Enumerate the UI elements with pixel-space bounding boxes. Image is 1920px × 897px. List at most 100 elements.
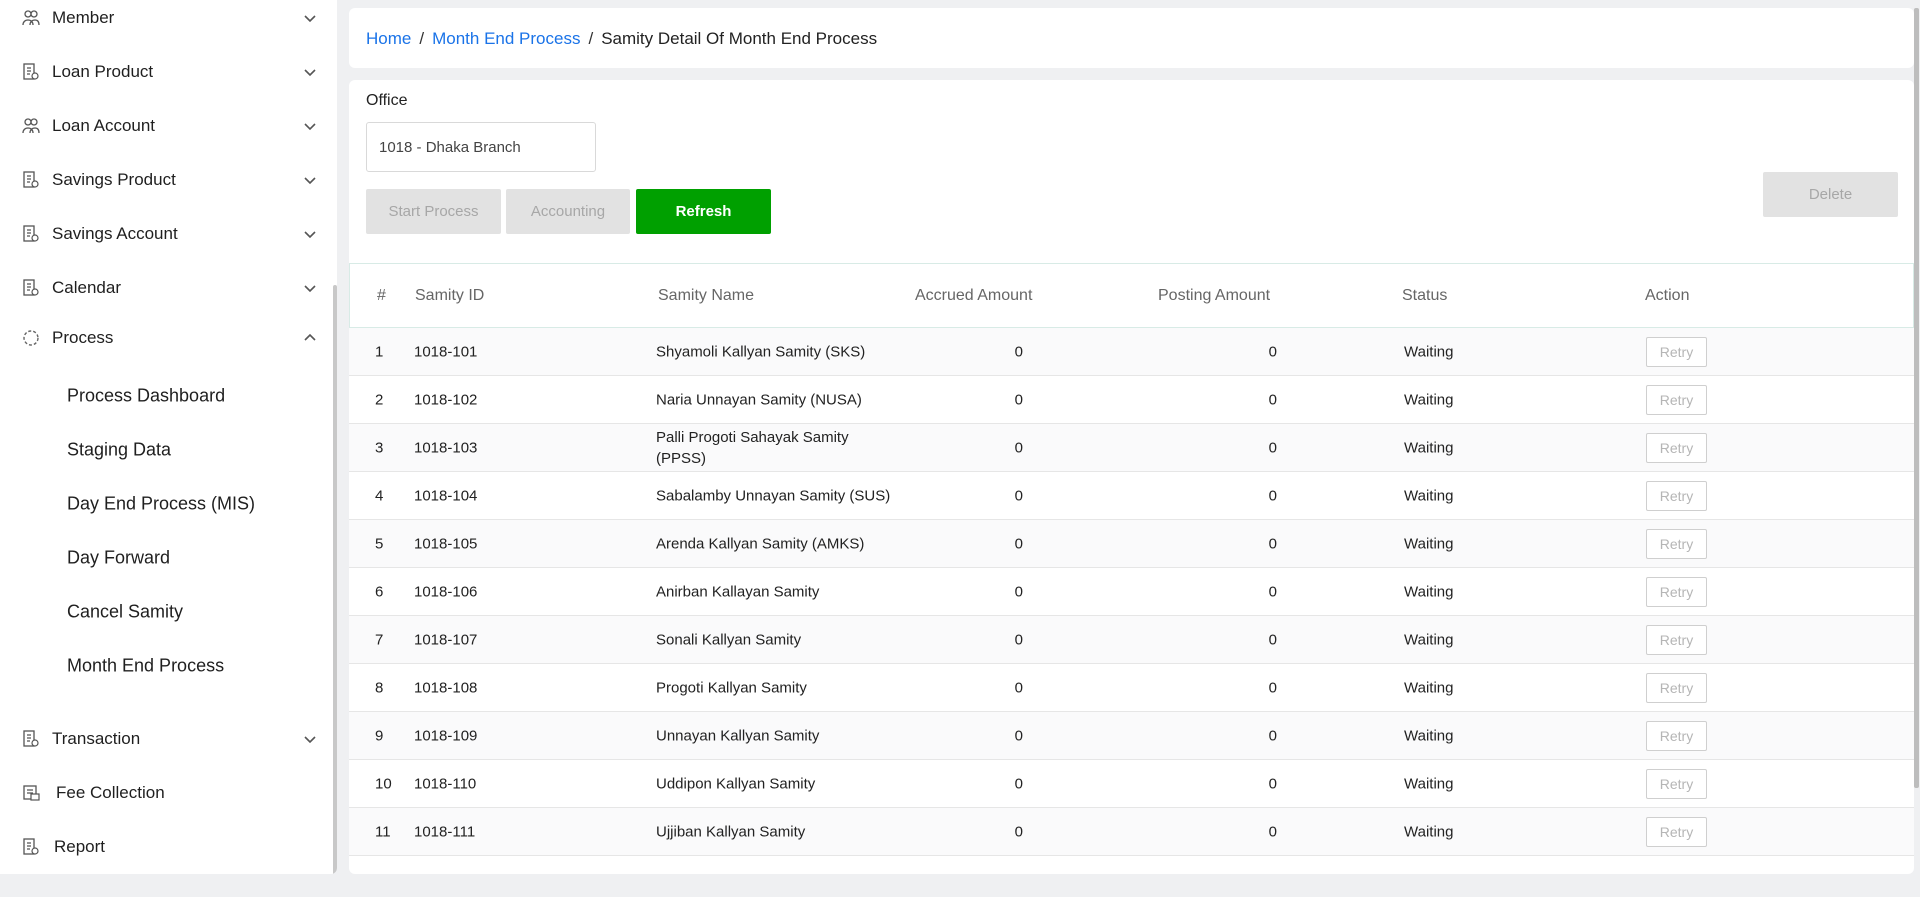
sidebar-subitem-day-forward[interactable]: Day Forward	[0, 538, 333, 578]
sidebar-item-transaction[interactable]: Transaction	[0, 719, 333, 759]
cell-status: Waiting	[1404, 631, 1454, 648]
sidebar-item-process[interactable]: Process	[0, 318, 333, 358]
cell-index: 7	[375, 631, 384, 648]
refresh-button[interactable]: Refresh	[636, 189, 771, 234]
cell-index: 3	[375, 439, 384, 456]
cell-posting-amount: 0	[1268, 823, 1277, 840]
cell-samity-id: 1018-108	[414, 679, 478, 696]
breadcrumb-panel: Home / Month End Process / Samity Detail…	[349, 8, 1914, 68]
cell-samity-name: Shyamoli Kallyan Samity (SKS)	[656, 343, 866, 360]
sidebar-subitem-cancel-samity[interactable]: Cancel Samity	[0, 592, 333, 632]
retry-button[interactable]: Retry	[1646, 720, 1707, 751]
cell-status: Waiting	[1404, 487, 1454, 504]
main-scrollbar[interactable]	[1914, 8, 1919, 788]
cell-accrued-amount: 0	[1014, 439, 1023, 456]
retry-button[interactable]: Retry	[1646, 624, 1707, 655]
samity-table: # Samity ID Samity Name Accrued Amount P…	[349, 263, 1914, 856]
cell-samity-name: Palli Progoti Sahayak Samity (PPSS)	[656, 428, 849, 467]
sidebar-item-calendar[interactable]: Calendar	[0, 268, 333, 308]
table-row: 3 1018-103 Palli Progoti Sahayak Samity (P…	[349, 424, 1914, 472]
sidebar-scrollbar[interactable]	[333, 285, 337, 874]
retry-button[interactable]: Retry	[1646, 528, 1707, 559]
office-field[interactable]	[366, 122, 596, 172]
sidebar-item-label: Savings Account	[52, 224, 178, 243]
cell-accrued-amount: 0	[1014, 391, 1023, 408]
breadcrumb-home[interactable]: Home	[366, 29, 411, 49]
chevron-down-icon	[304, 285, 316, 293]
breadcrumb: Home / Month End Process / Samity Detail…	[366, 29, 877, 49]
cell-posting-amount: 0	[1268, 583, 1277, 600]
cell-posting-amount: 0	[1268, 727, 1277, 744]
column-header-samity-id: Samity ID	[415, 286, 485, 304]
sidebar-item-savings-product[interactable]: Savings Product	[0, 160, 333, 200]
cell-posting-amount: 0	[1268, 631, 1277, 648]
cell-accrued-amount: 0	[1014, 823, 1023, 840]
delete-button[interactable]: Delete	[1763, 172, 1898, 217]
table-row: 7 1018-107 Sonali Kallyan Samity 0 0 Waiting R…	[349, 616, 1914, 664]
cell-index: 11	[375, 823, 391, 840]
cell-samity-id: 1018-103	[414, 439, 478, 456]
sidebar-subitem-label: Staging Data	[67, 439, 172, 460]
cell-status: Waiting	[1404, 775, 1454, 792]
cell-index: 9	[375, 727, 384, 744]
breadcrumb-separator: /	[419, 29, 425, 48]
sidebar-item-label: Transaction	[52, 729, 141, 748]
sidebar-item-report[interactable]: Report	[0, 827, 333, 867]
cell-samity-name: Naria Unnayan Samity (NUSA)	[656, 391, 862, 408]
cell-posting-amount: 0	[1268, 343, 1277, 360]
fee-icon	[23, 785, 40, 801]
cell-samity-id: 1018-110	[414, 775, 477, 792]
cell-status: Waiting	[1404, 391, 1454, 408]
sidebar-item-label: Process	[52, 328, 114, 347]
retry-button[interactable]: Retry	[1646, 768, 1707, 799]
cell-index: 2	[375, 391, 384, 408]
document-icon	[23, 171, 39, 188]
document-icon	[23, 63, 39, 80]
column-header-samity-name: Samity Name	[658, 286, 755, 304]
sidebar-item-label: Member	[52, 8, 115, 27]
cell-status: Waiting	[1404, 439, 1454, 456]
chevron-up-icon	[304, 333, 316, 341]
retry-button[interactable]: Retry	[1646, 384, 1707, 415]
people-icon	[22, 10, 40, 26]
sidebar-subitem-label: Month End Process	[67, 655, 225, 676]
sidebar-subitem-staging-data[interactable]: Staging Data	[0, 430, 333, 470]
sidebar-item-loan-product[interactable]: Loan Product	[0, 52, 333, 92]
retry-button[interactable]: Retry	[1646, 672, 1707, 703]
column-header-index: #	[377, 286, 386, 304]
cell-accrued-amount: 0	[1014, 535, 1023, 552]
sidebar-item-label: Calendar	[52, 278, 121, 297]
table-row: 11 1018-111 Ujjiban Kallyan Samity 0 0 Waitin…	[349, 808, 1914, 856]
retry-button[interactable]: Retry	[1646, 432, 1707, 463]
retry-button[interactable]: Retry	[1646, 816, 1707, 847]
column-header-action: Action	[1645, 286, 1690, 304]
cell-status: Waiting	[1404, 583, 1454, 600]
retry-button[interactable]: Retry	[1646, 480, 1707, 511]
sidebar-item-loan-account[interactable]: Loan Account	[0, 106, 333, 146]
sidebar-item-fee-collection[interactable]: Fee Collection	[0, 773, 333, 813]
cell-samity-id: 1018-102	[414, 391, 478, 408]
cell-samity-name: Ujjiban Kallyan Samity	[656, 823, 806, 840]
sidebar-item-savings-account[interactable]: Savings Account	[0, 214, 333, 254]
sidebar-subitem-process-dashboard[interactable]: Process Dashboard	[0, 376, 333, 416]
table-row: 1 1018-101 Shyamoli Kallyan Samity (SKS) 0 0…	[349, 328, 1914, 376]
sidebar-subitem-label: Process Dashboard	[67, 385, 226, 406]
column-header-status: Status	[1402, 286, 1448, 304]
accounting-button[interactable]: Accounting	[506, 189, 630, 234]
retry-button[interactable]: Retry	[1646, 576, 1707, 607]
sidebar-item-label: Loan Account	[52, 116, 156, 135]
breadcrumb-separator: /	[588, 29, 594, 48]
cell-posting-amount: 0	[1268, 439, 1277, 456]
start-process-button[interactable]: Start Process	[366, 189, 501, 234]
sidebar-item-member[interactable]: Member	[0, 0, 333, 38]
sidebar-subitem-label: Day End Process (MIS)	[67, 493, 256, 514]
sidebar-subitem-month-end-process[interactable]: Month End Process	[0, 646, 333, 686]
table-row: 6 1018-106 Anirban Kallayan Samity 0 0 Waitin…	[349, 568, 1914, 616]
sidebar-subitem-day-end-process[interactable]: Day End Process (MIS)	[0, 484, 333, 524]
cell-status: Waiting	[1404, 343, 1454, 360]
sidebar-subitem-label: Day Forward	[67, 547, 171, 568]
document-icon	[23, 730, 39, 747]
table-row: 4 1018-104 Sabalamby Unnayan Samity (SUS) 0…	[349, 472, 1914, 520]
breadcrumb-month-end-process[interactable]: Month End Process	[432, 29, 580, 49]
retry-button[interactable]: Retry	[1646, 336, 1707, 367]
